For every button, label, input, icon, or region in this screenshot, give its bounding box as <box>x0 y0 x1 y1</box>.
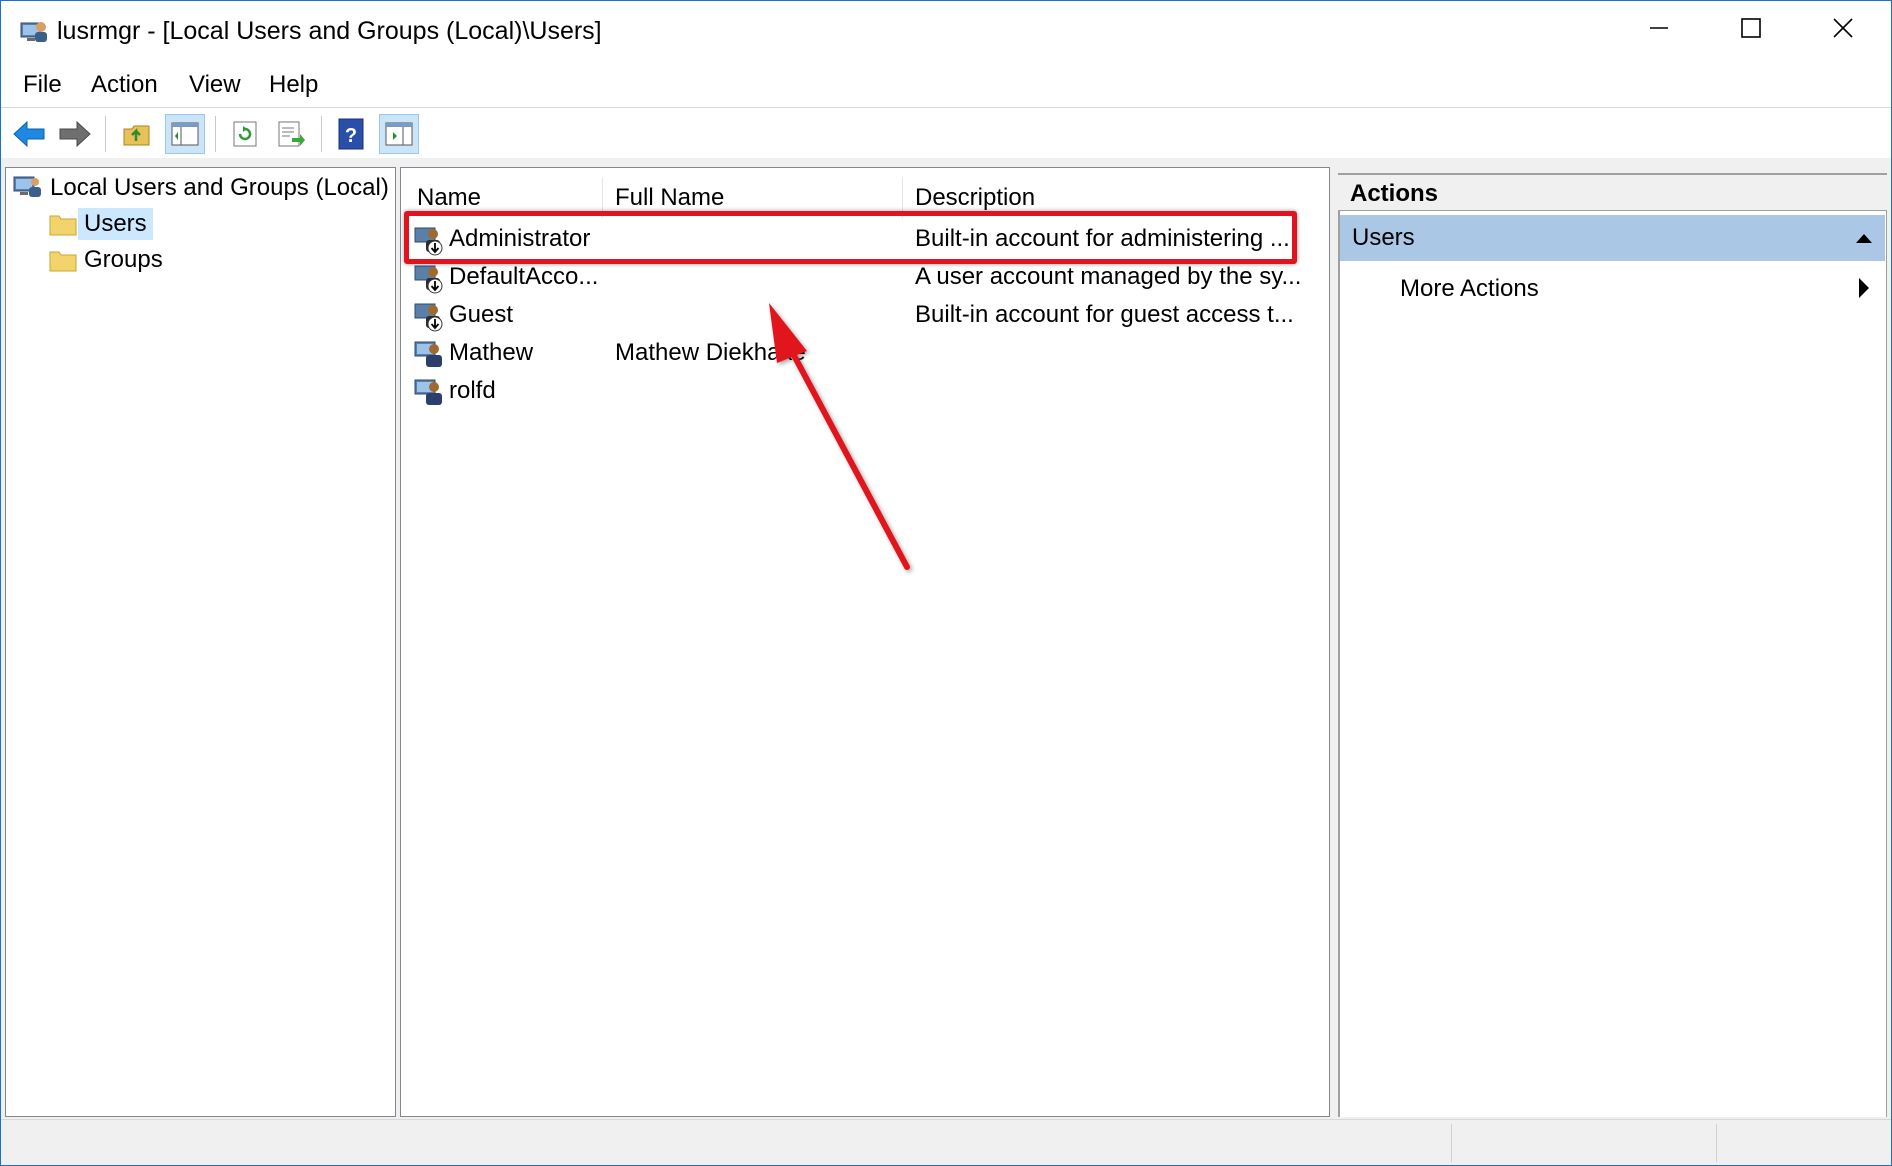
show-hide-action-pane-icon <box>385 122 413 146</box>
user-name: Mathew <box>449 339 534 366</box>
tree-root-label: Local Users and Groups (Local) <box>50 174 389 201</box>
folder-icon <box>49 215 77 236</box>
back-button[interactable] <box>9 114 49 154</box>
user-full-name <box>615 296 905 334</box>
toolbar-separator <box>105 116 106 152</box>
help-icon: ? <box>338 118 364 150</box>
export-list-button[interactable] <box>271 114 311 154</box>
user-name: DefaultAcco... <box>449 263 599 290</box>
tree-item-label: Groups <box>84 246 163 273</box>
refresh-button[interactable] <box>225 114 265 154</box>
show-hide-action-pane-button[interactable] <box>379 114 419 154</box>
app-window: lusrmgr - [Local Users and Groups (Local… <box>0 0 1892 1166</box>
user-name: Guest <box>449 301 514 328</box>
title-bar: lusrmgr - [Local Users and Groups (Local… <box>1 1 1891 63</box>
show-hide-tree-icon <box>171 122 199 146</box>
user-full-name: Mathew Diekhake <box>615 339 806 366</box>
forward-arrow-icon <box>59 120 91 148</box>
maximize-icon <box>1741 18 1761 38</box>
user-name: rolfd <box>449 377 496 404</box>
close-button[interactable] <box>1797 1 1889 55</box>
users-list-pane: Name Full Name Description Administrator… <box>400 167 1330 1117</box>
actions-pane: Actions Users More Actions <box>1338 167 1889 1117</box>
up-folder-icon <box>123 125 150 146</box>
disabled-user-icon <box>414 265 443 294</box>
submenu-arrow-icon[interactable] <box>1858 277 1870 299</box>
up-one-level-button[interactable] <box>117 114 157 154</box>
user-icon <box>414 379 442 405</box>
console-tree-pane: Local Users and Groups (Local) Users Gro… <box>5 167 396 1117</box>
toolbar: ? <box>1 107 1891 158</box>
actions-frame <box>1338 173 1887 1117</box>
toolbar-separator <box>321 116 322 152</box>
column-header-name[interactable]: Name <box>405 178 603 218</box>
computer-users-icon <box>13 176 41 197</box>
more-actions-item[interactable]: More Actions <box>1400 271 1539 307</box>
close-icon <box>1833 18 1853 38</box>
user-name: Administrator <box>449 225 591 252</box>
window-title: lusrmgr - [Local Users and Groups (Local… <box>57 17 602 45</box>
minimize-button[interactable] <box>1613 1 1705 55</box>
user-description: A user account managed by the sy... <box>915 263 1302 290</box>
show-hide-console-tree-button[interactable] <box>165 114 205 154</box>
tree-item-users[interactable]: Users <box>48 208 153 240</box>
folder-icon <box>49 251 77 272</box>
minimize-icon <box>1650 27 1668 29</box>
table-row[interactable]: rolfd <box>409 372 1319 410</box>
status-divider <box>1451 1124 1452 1162</box>
user-full-name <box>615 372 905 410</box>
user-description: Built-in account for guest access t... <box>915 301 1294 328</box>
export-list-icon <box>278 121 305 147</box>
user-full-name <box>615 258 905 296</box>
back-arrow-icon <box>13 120 45 148</box>
user-description: Built-in account for administering ... <box>915 225 1290 252</box>
svg-text:?: ? <box>345 125 357 147</box>
maximize-button[interactable] <box>1705 1 1797 55</box>
table-row[interactable]: Administrator Built-in account for admin… <box>409 220 1319 258</box>
tree-item-groups[interactable]: Groups <box>48 244 169 276</box>
more-actions-label: More Actions <box>1400 275 1539 302</box>
collapse-triangle-icon[interactable] <box>1855 232 1873 244</box>
status-divider <box>1716 1124 1717 1162</box>
menu-view[interactable]: View <box>183 71 247 99</box>
actions-group-label: Users <box>1352 224 1415 251</box>
disabled-user-icon <box>414 303 443 332</box>
tree-root[interactable]: Local Users and Groups (Local) <box>12 172 395 204</box>
help-button[interactable]: ? <box>331 114 371 154</box>
column-header-full-name[interactable]: Full Name <box>603 178 903 218</box>
menu-help[interactable]: Help <box>263 71 324 99</box>
table-row[interactable]: DefaultAcco... A user account managed by… <box>409 258 1319 296</box>
computer-users-icon <box>20 22 47 42</box>
menu-file[interactable]: File <box>17 71 68 99</box>
refresh-icon <box>233 121 257 147</box>
menu-action[interactable]: Action <box>85 71 164 99</box>
forward-button[interactable] <box>55 114 95 154</box>
user-description <box>915 372 1315 410</box>
disabled-user-icon <box>414 227 443 256</box>
actions-title: Actions <box>1338 173 1887 211</box>
user-description <box>915 334 1315 372</box>
table-row[interactable]: Guest Built-in account for guest access … <box>409 296 1319 334</box>
user-icon <box>414 341 442 367</box>
column-header-description[interactable]: Description <box>903 178 1303 218</box>
toolbar-separator <box>215 116 216 152</box>
status-bar <box>1 1119 1891 1165</box>
user-full-name <box>615 220 905 258</box>
tree-item-label: Users <box>78 208 153 240</box>
menu-bar: File Action View Help <box>1 63 1891 107</box>
table-row[interactable]: Mathew Mathew Diekhake <box>409 334 1319 372</box>
actions-group-users[interactable]: Users <box>1340 215 1885 261</box>
